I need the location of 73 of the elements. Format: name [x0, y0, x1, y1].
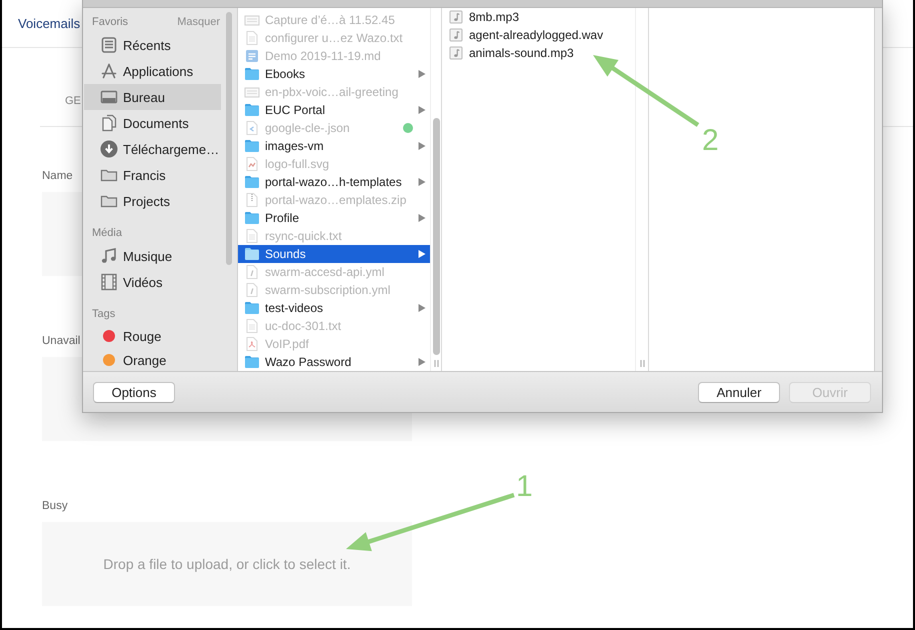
sidebar-item[interactable]: Bureau — [84, 84, 221, 110]
folder-icon — [244, 210, 260, 226]
drafting-compass-icon — [100, 62, 118, 80]
zip-file-icon — [244, 192, 260, 208]
folder-icon — [244, 300, 260, 316]
music-note-icon — [100, 247, 118, 265]
file-list-item[interactable]: Ebooks — [238, 65, 430, 83]
folder-icon — [244, 246, 260, 262]
field-label: Unavail — [42, 334, 80, 348]
scrollbar-thumb[interactable] — [226, 12, 232, 265]
folder-icon — [244, 102, 260, 118]
sidebar-item[interactable]: Rouge — [84, 324, 221, 348]
music-file-icon — [448, 9, 464, 25]
sidebar-item[interactable]: Téléchargeme… — [84, 136, 221, 162]
disclosure-arrow-icon[interactable] — [418, 358, 426, 366]
file-list-item[interactable]: test-videos — [238, 299, 430, 317]
scrollbar-thumb[interactable] — [432, 118, 440, 355]
music-file-icon — [448, 45, 464, 61]
text-file-icon — [244, 318, 260, 334]
folder-icon — [244, 138, 260, 154]
disclosure-arrow-icon[interactable] — [418, 304, 426, 312]
file-list-item[interactable]: Sounds — [238, 245, 430, 263]
sidebar-item[interactable]: Documents — [84, 110, 221, 136]
field-label: Name — [42, 169, 73, 183]
monitor-icon — [100, 88, 118, 106]
file-list-item[interactable]: animals-sound.mp3 — [442, 44, 635, 62]
annotation-number: 2 — [702, 126, 719, 156]
resize-grip-icon[interactable] — [640, 360, 644, 367]
list-icon — [100, 36, 118, 54]
disclosure-arrow-icon[interactable] — [418, 70, 426, 78]
script-file-icon — [244, 282, 260, 298]
sidebar-item[interactable]: Applications — [84, 58, 221, 84]
sidebar-item[interactable]: Vidéos — [84, 269, 221, 295]
file-list-item[interactable]: 8mb.mp3 — [442, 8, 635, 26]
file-list-item[interactable]: Profile — [238, 209, 430, 227]
file-list-item[interactable]: EUC Portal — [238, 101, 430, 119]
code-file-icon — [244, 120, 260, 136]
music-file-icon — [448, 27, 464, 43]
folder-icon — [244, 174, 260, 190]
script-file-icon — [244, 264, 260, 280]
page-title: Voicemails — [18, 16, 80, 31]
text-file-icon — [244, 30, 260, 46]
file-list-item[interactable]: portal-wazo…h-templates — [238, 173, 430, 191]
sidebar-item[interactable]: Orange — [84, 348, 221, 371]
sidebar-item[interactable]: Musique — [84, 243, 221, 269]
file-list-item[interactable]: images-vm — [238, 137, 430, 155]
disclosure-arrow-icon[interactable] — [418, 178, 426, 186]
cancel-button[interactable]: Annuler — [698, 382, 780, 402]
section-header: Tags — [92, 308, 116, 320]
folder-icon — [244, 66, 260, 82]
pdf-file-icon — [244, 336, 260, 352]
folder-icon — [244, 354, 260, 370]
disclosure-arrow-icon[interactable] — [418, 214, 426, 222]
sidebar-item[interactable]: Francis — [84, 162, 221, 188]
disclosure-arrow-icon[interactable] — [418, 250, 426, 258]
disclosure-arrow-icon[interactable] — [418, 106, 426, 114]
file-list-item[interactable]: Wazo Password — [238, 353, 430, 371]
sidebar-item[interactable]: Projects — [84, 188, 221, 214]
field-label: Busy — [42, 499, 68, 513]
document-tile-icon — [244, 48, 260, 64]
file-list-item[interactable]: agent-alreadylogged.wav — [442, 26, 635, 44]
sidebar-item[interactable]: Récents — [84, 32, 221, 58]
disclosure-arrow-icon[interactable] — [418, 142, 426, 150]
annotation-number: 1 — [516, 472, 533, 502]
text-file-icon — [244, 228, 260, 244]
section-header: Média — [92, 227, 122, 239]
resize-grip-icon[interactable] — [434, 360, 438, 367]
download-icon — [100, 140, 118, 158]
section-header: Favoris — [92, 16, 128, 28]
documents-icon — [100, 114, 118, 132]
graphic-file-icon — [244, 156, 260, 172]
options-button[interactable]: Options — [93, 382, 175, 402]
film-strip-icon — [100, 273, 118, 291]
